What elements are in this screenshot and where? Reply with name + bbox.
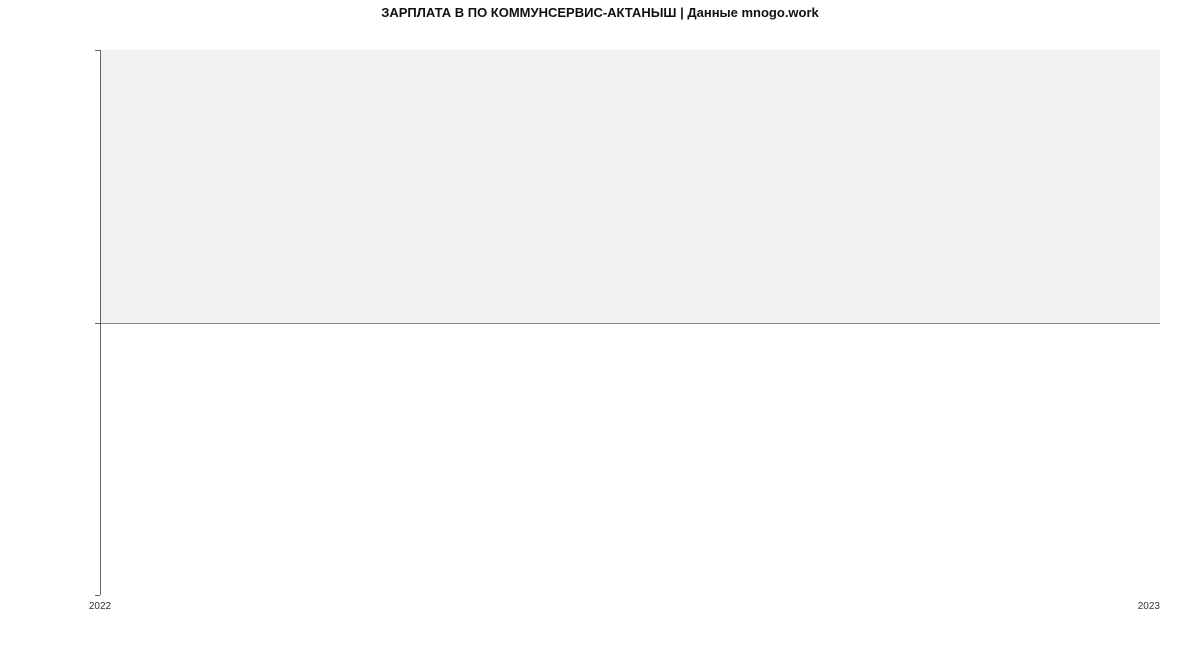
ytick-mark-mid xyxy=(95,323,100,324)
xtick-label-right: 2023 xyxy=(1138,601,1160,612)
ytick-mark-top xyxy=(95,50,100,51)
xtick-label-left: 2022 xyxy=(89,601,111,612)
y-axis-line xyxy=(100,50,101,595)
plot-area xyxy=(100,50,1160,595)
area-fill xyxy=(100,50,1160,323)
chart-title: ЗАРПЛАТА В ПО КОММУНСЕРВИС-АКТАНЫШ | Дан… xyxy=(0,0,1200,20)
plot-background xyxy=(100,50,1160,595)
data-line xyxy=(100,323,1160,324)
ytick-mark-bot xyxy=(95,595,100,596)
